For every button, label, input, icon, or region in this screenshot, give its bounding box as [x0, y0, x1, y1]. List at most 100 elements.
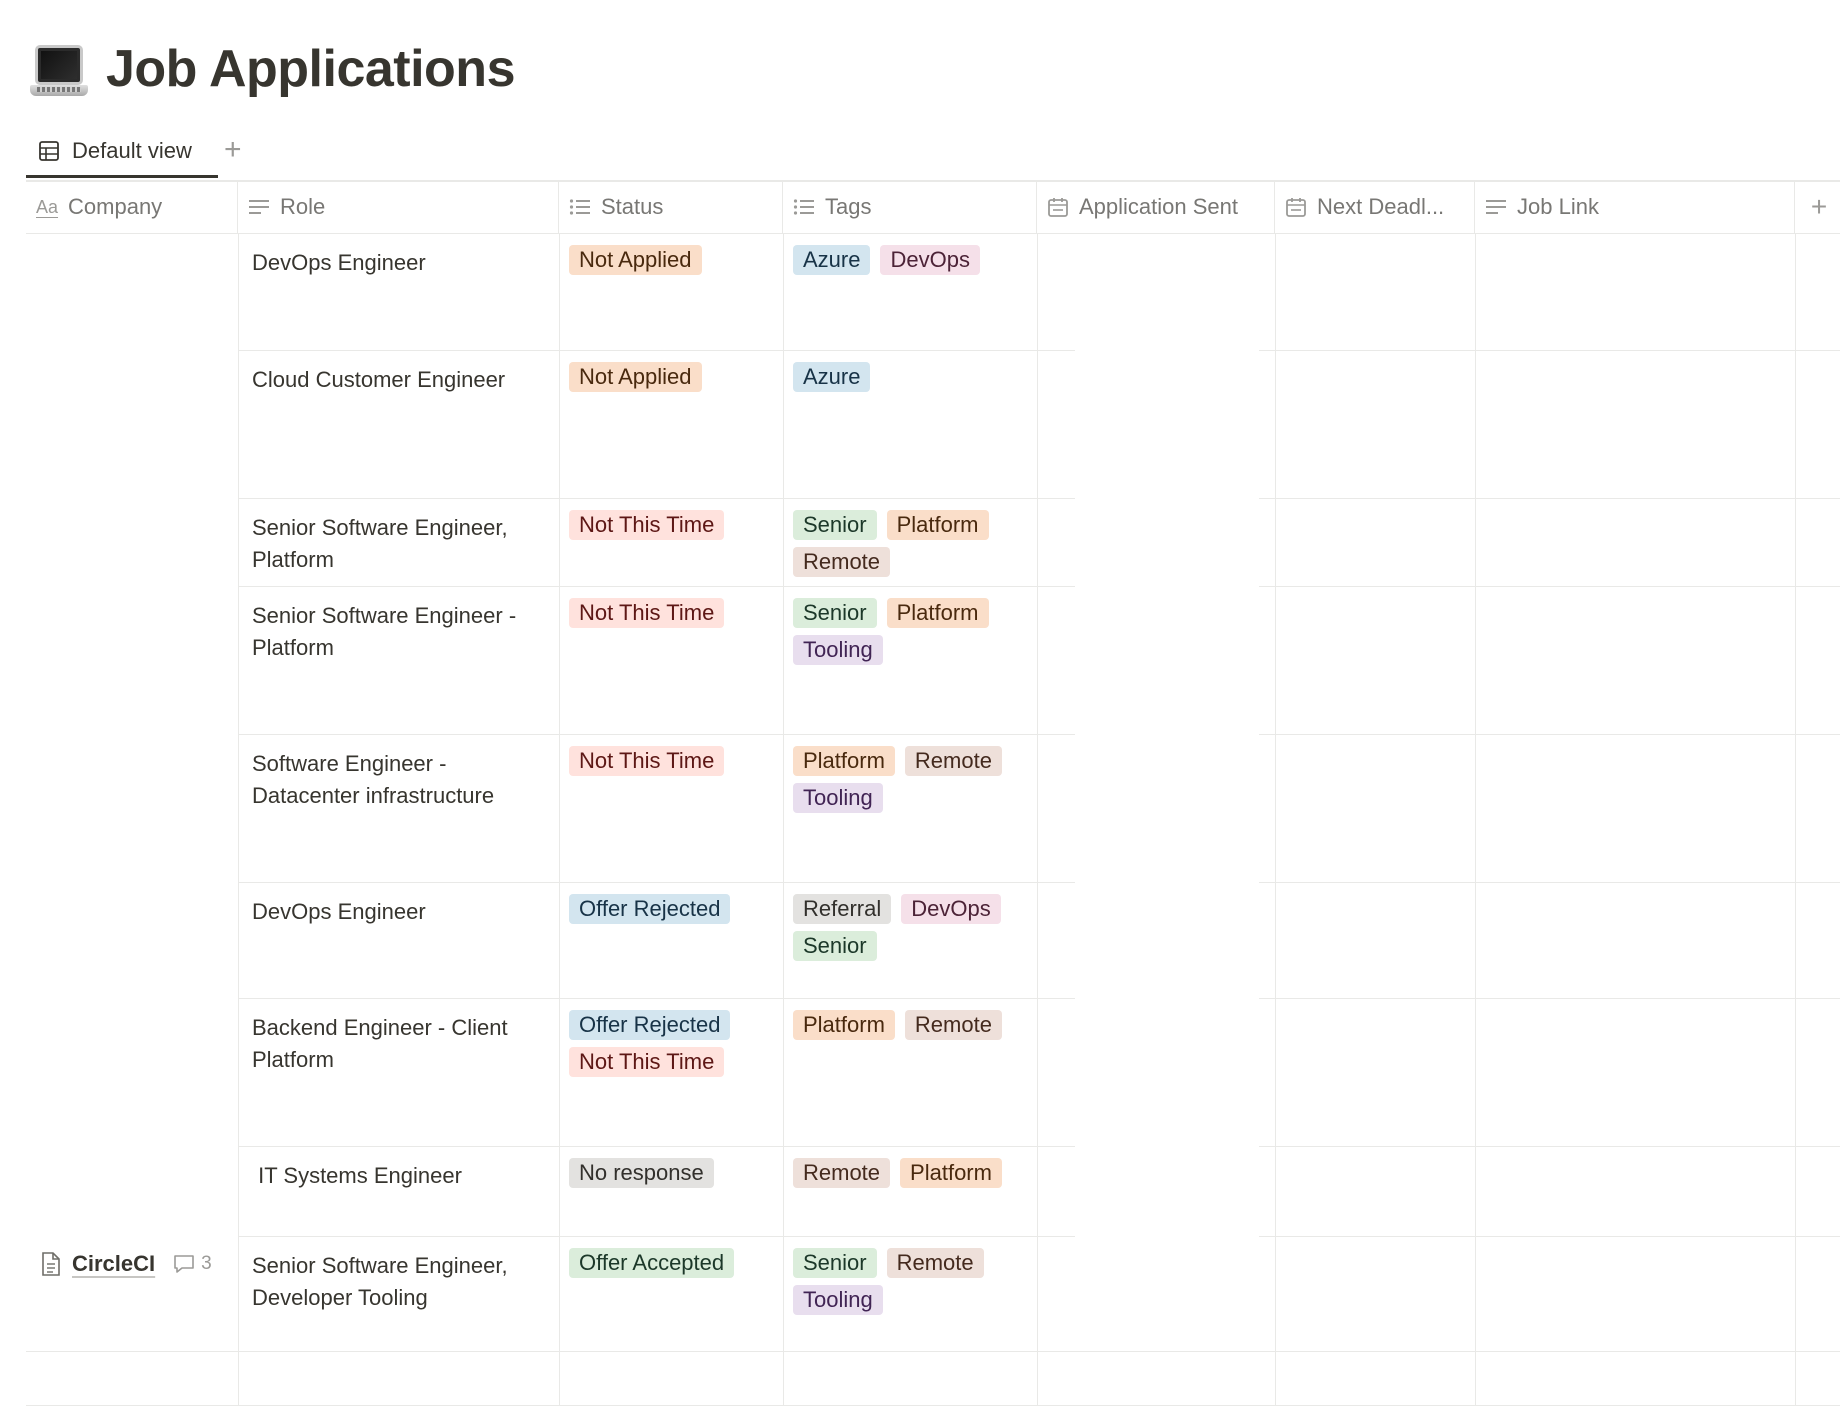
status-cell[interactable]: Offer Rejected Not This Time: [559, 998, 783, 1146]
next-deadline-cell[interactable]: [1275, 498, 1475, 586]
job-link-cell[interactable]: [1475, 498, 1795, 586]
application-sent-cell[interactable]: [1037, 734, 1275, 882]
column-header-next-deadl[interactable]: Next Deadl...: [1275, 181, 1475, 233]
status-tag: Offer Rejected: [569, 1010, 731, 1040]
role-cell[interactable]: DevOps Engineer: [238, 882, 559, 998]
next-deadline-cell[interactable]: [1275, 998, 1475, 1146]
application-sent-cell[interactable]: [1037, 498, 1275, 586]
company-cell[interactable]: [26, 734, 238, 882]
status-cell[interactable]: Offer Rejected: [559, 882, 783, 998]
application-sent-cell[interactable]: [1037, 882, 1275, 998]
tags-cell[interactable]: Azure: [783, 350, 1037, 498]
tag-pill: DevOps: [901, 894, 1001, 924]
job-link-cell[interactable]: [1475, 1146, 1795, 1236]
job-link-cell[interactable]: [1475, 586, 1795, 734]
role-cell[interactable]: Senior Software Engineer, Platform: [238, 498, 559, 586]
laptop-icon[interactable]: [30, 41, 88, 97]
add-column-button[interactable]: +: [1795, 181, 1840, 233]
tag-pill: Azure: [793, 245, 871, 275]
tags-cell[interactable]: Azure DevOps: [783, 233, 1037, 350]
column-header-status[interactable]: Status: [559, 181, 783, 233]
next-deadline-cell[interactable]: [1275, 882, 1475, 998]
application-sent-cell[interactable]: [1037, 233, 1275, 350]
tag-pill: Platform: [900, 1158, 1002, 1188]
page-title[interactable]: Job Applications: [106, 39, 516, 99]
next-deadline-cell[interactable]: [1275, 233, 1475, 350]
status-cell[interactable]: Not Applied: [559, 233, 783, 350]
job-link-cell[interactable]: [1475, 998, 1795, 1146]
tag-list: Senior Remote Tooling: [793, 1236, 1023, 1315]
job-link-cell[interactable]: [1475, 350, 1795, 498]
tags-cell[interactable]: Remote Platform: [783, 1146, 1037, 1236]
tags-cell[interactable]: Senior Platform Remote: [783, 498, 1037, 586]
company-cell[interactable]: [26, 998, 238, 1146]
tags-cell[interactable]: Platform Remote: [783, 998, 1037, 1146]
application-sent-cell[interactable]: [1037, 1236, 1275, 1351]
job-link-cell[interactable]: [1475, 233, 1795, 350]
role-cell[interactable]: Backend Engineer - Client Platform: [238, 998, 559, 1146]
comment-count[interactable]: 3: [173, 1248, 212, 1280]
status-cell[interactable]: Not This Time: [559, 734, 783, 882]
job-link-cell[interactable]: [1475, 882, 1795, 998]
job-link-cell[interactable]: [1475, 734, 1795, 882]
tags-cell[interactable]: Senior Remote Tooling: [783, 1236, 1037, 1351]
role-cell[interactable]: Senior Software Engineer, Developer Tool…: [238, 1236, 559, 1351]
tag-pill: Platform: [793, 746, 895, 776]
company-cell[interactable]: [26, 350, 238, 498]
text-lines-icon: [1485, 198, 1507, 216]
application-sent-cell[interactable]: [1037, 586, 1275, 734]
tag-list: Platform Remote: [793, 998, 1023, 1040]
add-view-button[interactable]: +: [224, 132, 242, 168]
status-tags: Not Applied: [569, 233, 769, 275]
tag-list: Platform Remote Tooling: [793, 734, 1023, 813]
role-cell[interactable]: Software Engineer - Datacenter infrastru…: [238, 734, 559, 882]
tag-pill: DevOps: [880, 245, 980, 275]
role-cell[interactable]: DevOps Engineer: [238, 233, 559, 350]
tag-pill: Remote: [904, 746, 1002, 776]
company-cell[interactable]: [26, 1146, 238, 1236]
column-header-tags[interactable]: Tags: [783, 181, 1037, 233]
role-cell[interactable]: Cloud Customer Engineer: [238, 350, 559, 498]
status-cell[interactable]: No response: [559, 1146, 783, 1236]
company-name-link[interactable]: CircleCI: [72, 1248, 155, 1280]
tags-cell[interactable]: Referral DevOps Senior: [783, 882, 1037, 998]
empty-new-row[interactable]: [26, 1351, 1840, 1405]
company-cell[interactable]: CircleCI 3: [26, 1236, 238, 1351]
job-link-cell[interactable]: [1475, 1236, 1795, 1351]
column-header-application-sent[interactable]: Application Sent: [1037, 181, 1275, 233]
tag-pill: Remote: [793, 547, 891, 577]
status-cell[interactable]: Not Applied: [559, 350, 783, 498]
application-sent-cell[interactable]: [1037, 1146, 1275, 1236]
column-header-company[interactable]: Aa Company: [26, 181, 238, 233]
tab-default-view[interactable]: Default view: [26, 126, 218, 178]
column-header-role[interactable]: Role: [238, 181, 559, 233]
document-icon: [40, 1251, 62, 1277]
tag-pill: Remote: [793, 1158, 891, 1188]
tag-list: Azure DevOps: [793, 233, 1023, 275]
tag-pill: Senior: [793, 510, 877, 540]
tag-pill: Tooling: [793, 1285, 883, 1315]
company-cell[interactable]: [26, 882, 238, 998]
next-deadline-cell[interactable]: [1275, 1146, 1475, 1236]
status-cell[interactable]: Not This Time: [559, 498, 783, 586]
tags-cell[interactable]: Platform Remote Tooling: [783, 734, 1037, 882]
company-cell[interactable]: [26, 586, 238, 734]
role-cell[interactable]: Senior Software Engineer - Platform: [238, 586, 559, 734]
next-deadline-cell[interactable]: [1275, 734, 1475, 882]
company-cell[interactable]: [26, 233, 238, 350]
role-cell[interactable]: IT Systems Engineer: [238, 1146, 559, 1236]
status-cell[interactable]: Not This Time: [559, 586, 783, 734]
status-tags: Not This Time: [569, 734, 769, 776]
application-sent-cell[interactable]: [1037, 350, 1275, 498]
status-tags: Not This Time: [569, 498, 769, 540]
tags-cell[interactable]: Senior Platform Tooling: [783, 586, 1037, 734]
column-header-job-link[interactable]: Job Link: [1475, 181, 1795, 233]
next-deadline-cell[interactable]: [1275, 350, 1475, 498]
tag-pill: Platform: [886, 598, 989, 628]
company-cell[interactable]: [26, 498, 238, 586]
status-tag: Not This Time: [569, 598, 725, 628]
next-deadline-cell[interactable]: [1275, 1236, 1475, 1351]
status-cell[interactable]: Offer Accepted: [559, 1236, 783, 1351]
application-sent-cell[interactable]: [1037, 998, 1275, 1146]
next-deadline-cell[interactable]: [1275, 586, 1475, 734]
